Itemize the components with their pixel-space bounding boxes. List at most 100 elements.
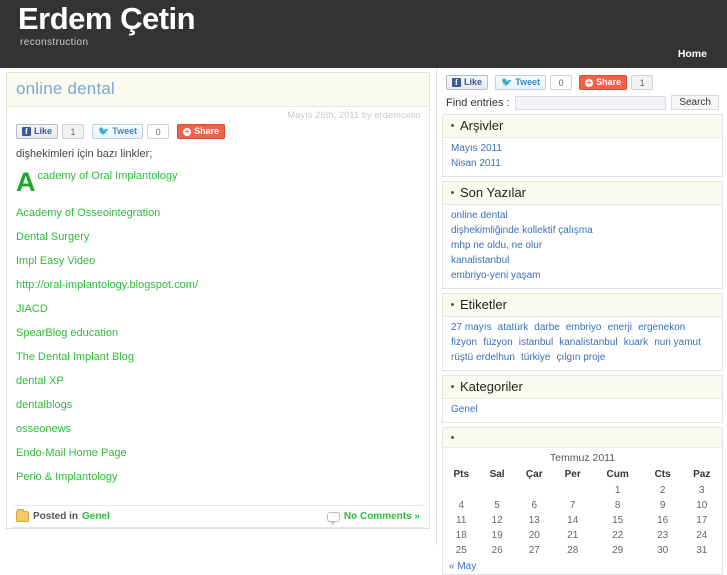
link-item-anchor[interactable]: osseonews [16, 423, 71, 435]
tag-link[interactable]: çılgın proje [557, 352, 606, 363]
link-item-anchor[interactable]: SpearBlog education [16, 327, 118, 339]
twitter-tweet-count: 0 [147, 124, 170, 139]
sidebar-share-label: Share [596, 77, 622, 87]
calendar-week-row: 18 19 20 21 22 23 24 [443, 528, 722, 543]
widget-title: Etiketler [443, 294, 722, 317]
widget-body: online dental dişhekimliğinde kollektif … [443, 205, 722, 288]
sidebar-facebook-like-button[interactable]: f Like [446, 75, 489, 90]
facebook-like-button[interactable]: f Like [16, 124, 59, 139]
widget-title-label: Arşivler [460, 118, 504, 133]
post-title-link[interactable]: online dental [16, 79, 115, 98]
list-item: Academy of Osseointegration [16, 207, 420, 220]
archive-link[interactable]: Mayıs 2011 [451, 143, 502, 154]
tag-link[interactable]: fizyon [451, 337, 477, 348]
share-button[interactable]: + Share [177, 124, 226, 139]
post-category-link[interactable]: Genel [82, 511, 110, 522]
recent-post-link[interactable]: embriyo-yeni yaşam [451, 270, 540, 281]
post-comments-group: No Comments » [326, 511, 420, 525]
sidebar-share-button[interactable]: + Share [579, 75, 628, 90]
link-academy-of-oral-implantology[interactable]: cademy of Oral Implantology [38, 170, 178, 182]
link-item-anchor[interactable]: Endo-Mail Home Page [16, 447, 127, 459]
tag-link[interactable]: 27 mayıs [451, 322, 492, 333]
calendar-day: 14 [567, 515, 579, 526]
calendar-day: 31 [696, 545, 708, 556]
tag-link[interactable]: darbe [534, 322, 560, 333]
site-title: Erdem Çetin [18, 1, 196, 36]
widget-title: Son Yazılar [443, 182, 722, 205]
list-item: SpearBlog education [16, 327, 420, 340]
site-header: Erdem Çetin reconstruction Home [0, 0, 727, 68]
post-comments-link[interactable]: No Comments » [344, 511, 420, 522]
tag-link[interactable]: kuark [624, 337, 648, 348]
link-item-anchor[interactable]: Dental Surgery [16, 231, 89, 243]
widget-arsivler: Arşivler Mayıs 2011 Nisan 2011 [442, 114, 723, 177]
tag-link[interactable]: türkiye [521, 352, 550, 363]
list-item: dental XP [16, 375, 420, 388]
calendar-widget-header [443, 428, 722, 448]
link-item-anchor[interactable]: Perio & Implantology [16, 471, 118, 483]
calendar-day: 23 [657, 530, 669, 541]
widget-body: Genel [443, 399, 722, 422]
link-item-anchor[interactable]: http://oral-implantology.blogspot.com/ [16, 279, 198, 291]
widget-kategoriler: Kategoriler Genel [442, 375, 723, 423]
search-input[interactable] [514, 95, 667, 110]
calendar-day: 22 [612, 530, 624, 541]
bullet-icon [451, 435, 454, 439]
list-item: Nisan 2011 [451, 156, 714, 171]
site-tagline: reconstruction [20, 37, 89, 48]
post-meta: Mayıs 26th, 2011 by erdemcetin [287, 110, 421, 120]
search-button[interactable]: Search [671, 95, 719, 110]
plus-icon: + [585, 77, 594, 87]
list-item: Genel [451, 402, 714, 417]
twitter-tweet-button[interactable]: 🐦 Tweet [92, 124, 144, 139]
tag-link[interactable]: nuri yamut [654, 337, 701, 348]
tag-link[interactable]: rüştü erdelhun [451, 352, 515, 363]
link-item-anchor[interactable]: Impl Easy Video [16, 255, 95, 267]
tag-link[interactable]: embriyo [566, 322, 602, 333]
calendar-weekday: Cts [654, 469, 671, 480]
link-item-anchor[interactable]: Academy of Osseointegration [16, 207, 160, 219]
list-item: Impl Easy Video [16, 255, 420, 268]
calendar-day: 25 [455, 545, 467, 556]
link-item-anchor[interactable]: dental XP [16, 375, 64, 387]
sidebar-social-row: f Like 🐦 Tweet 0 + Share 1 [442, 72, 723, 95]
calendar-day: 21 [567, 530, 579, 541]
calendar-weekday: Pts [453, 469, 470, 480]
widget-etiketler: Etiketler 27 mayıs atatürk darbe embriyo… [442, 293, 723, 371]
list-item: kanalistanbul [451, 253, 714, 268]
bullet-icon [451, 124, 454, 127]
tag-link[interactable]: ergenekon [638, 322, 685, 333]
list-item: dentalblogs [16, 399, 420, 412]
recent-post-link[interactable]: online dental [451, 210, 508, 221]
tag-link[interactable]: istanbul [519, 337, 553, 348]
nav-item-home[interactable]: Home [678, 48, 707, 60]
facebook-like-label: Like [34, 126, 53, 136]
tag-link[interactable]: enerji [608, 322, 632, 333]
tag-link[interactable]: füzyon [483, 337, 512, 348]
folder-icon [16, 509, 29, 522]
calendar-prev-month-link[interactable]: « May [449, 561, 476, 572]
list-item: embriyo-yeni yaşam [451, 268, 714, 283]
calendar-day: 11 [456, 515, 467, 526]
tag-link[interactable]: kanalistanbul [559, 337, 617, 348]
link-item-anchor[interactable]: The Dental Implant Blog [16, 351, 134, 363]
sidebar-twitter-tweet-button[interactable]: 🐦 Tweet [495, 75, 547, 90]
calendar-weekday: Paz [693, 469, 711, 480]
share-label: Share [194, 126, 220, 136]
archive-link[interactable]: Nisan 2011 [451, 158, 501, 169]
list-item: Perio & Implantology [16, 471, 420, 484]
calendar-day: 20 [528, 530, 540, 541]
calendar-weekday: Per [564, 469, 581, 480]
recent-post-link[interactable]: kanalistanbul [451, 255, 509, 266]
link-item-anchor[interactable]: dentalblogs [16, 399, 72, 411]
link-item-anchor[interactable]: JIACD [16, 303, 48, 315]
category-link[interactable]: Genel [451, 404, 478, 415]
tag-link[interactable]: atatürk [498, 322, 529, 333]
post-article: online dental Mayıs 26th, 2011 by erdemc… [6, 72, 430, 529]
calendar-day: 29 [612, 545, 624, 556]
calendar-day: 3 [698, 485, 705, 496]
recent-post-link[interactable]: mhp ne oldu, ne olur [451, 240, 542, 251]
recent-post-link[interactable]: dişhekimliğinde kollektif çalışma [451, 225, 593, 236]
page-body: online dental Mayıs 26th, 2011 by erdemc… [0, 68, 727, 575]
calendar-nav-cell: « May [443, 558, 722, 574]
